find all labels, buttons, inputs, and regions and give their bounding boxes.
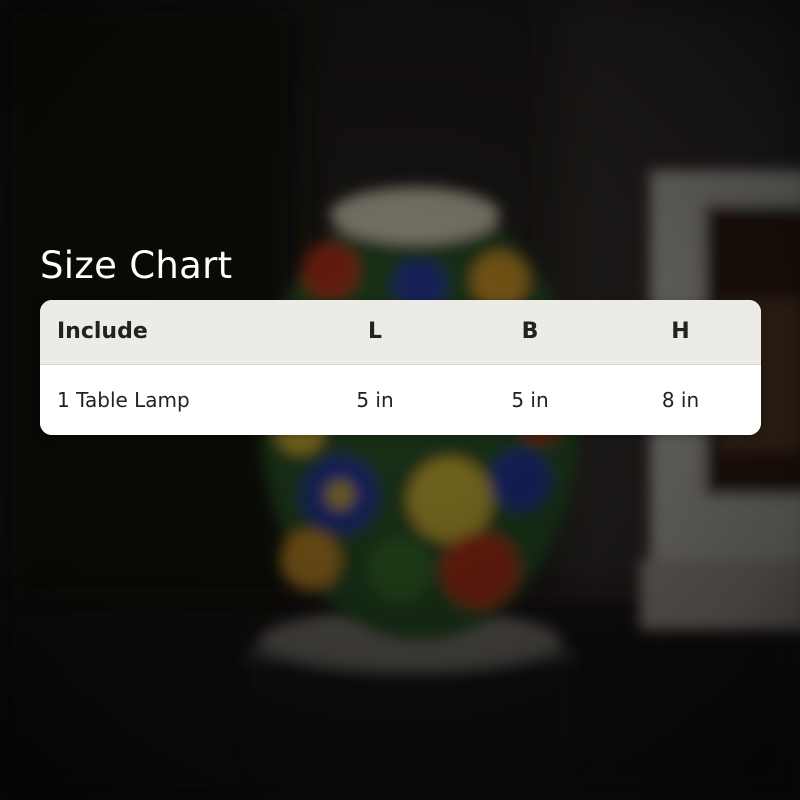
size-chart-title: Size Chart bbox=[40, 244, 233, 287]
size-chart-table: Include L B H 1 Table Lamp 5 in 5 in 8 i… bbox=[40, 300, 761, 435]
column-header-length: L bbox=[367, 319, 383, 345]
table-header-row: Include L B H bbox=[40, 300, 761, 364]
column-header-include: Include bbox=[57, 319, 148, 345]
cell-height: 8 in bbox=[661, 387, 700, 412]
column-header-breadth: B bbox=[521, 319, 539, 345]
table-row: 1 Table Lamp 5 in 5 in 8 in bbox=[40, 364, 761, 435]
size-chart-card: Include L B H 1 Table Lamp 5 in 5 in 8 i… bbox=[40, 300, 761, 435]
cell-length: 5 in bbox=[356, 387, 394, 412]
cell-breadth: 5 in bbox=[511, 387, 549, 412]
column-header-height: H bbox=[671, 319, 690, 345]
cell-include: 1 Table Lamp bbox=[57, 387, 190, 412]
